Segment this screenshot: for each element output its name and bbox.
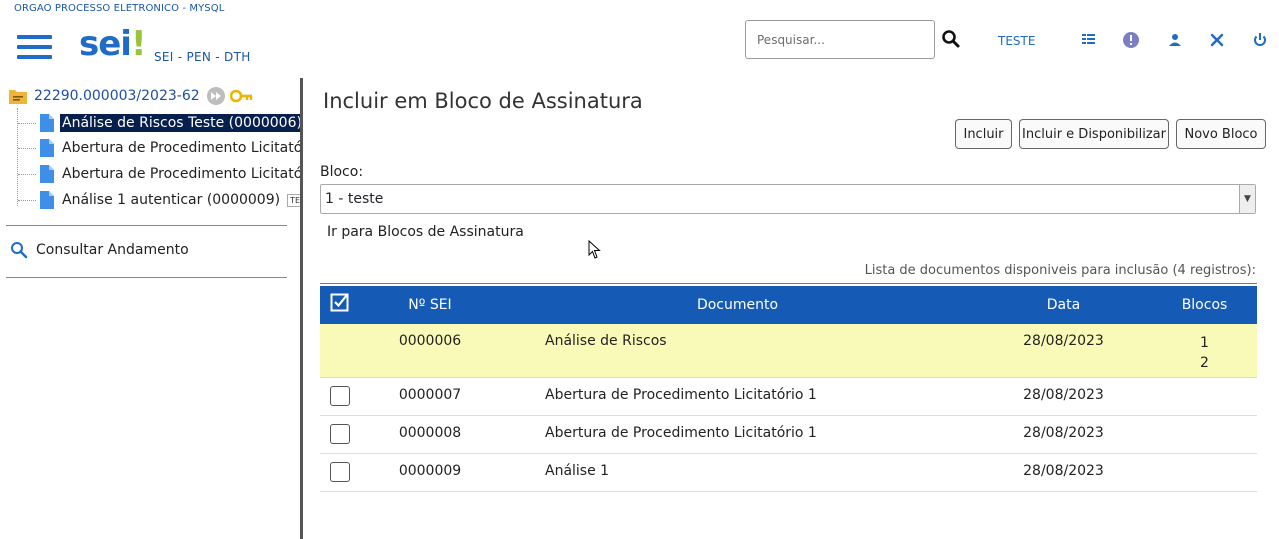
menu-icon[interactable] [17,33,53,61]
row-checkbox[interactable] [330,461,350,482]
blocks-cell [1152,377,1257,416]
document-cell[interactable]: Abertura de Procedimento Licitatório 1 [500,377,975,416]
col-header-sei[interactable]: Nº SEI [360,286,500,324]
document-icon [40,165,54,183]
col-header-blocos[interactable]: Blocos [1152,286,1257,324]
row-checkbox[interactable] [330,423,350,444]
document-cell[interactable]: Análise de Riscos [500,324,975,378]
search-input[interactable] [745,20,935,59]
goto-blocks-link[interactable]: Ir para Blocos de Assinatura [327,224,524,240]
date-cell: 28/08/2023 [975,377,1152,416]
page-title: Incluir em Bloco de Assinatura [323,89,643,113]
document-icon [40,191,54,209]
row-checkbox[interactable] [330,385,350,406]
incluir-button[interactable]: Incluir [955,119,1012,149]
sei-logo: sei! [79,24,146,64]
divider [6,277,287,278]
power-icon[interactable] [1250,30,1270,50]
sei-number-cell: 0000009 [360,453,500,492]
logo-text: sei [79,24,132,64]
bloco-label: Bloco: [320,164,364,180]
search-icon[interactable] [941,29,961,49]
sei-number-cell: 0000008 [360,415,500,454]
user-icon[interactable] [1165,30,1185,50]
row-select-cell[interactable] [320,453,360,492]
system-name: SEI - PEN - DTH [154,50,251,64]
sei-number-cell: 0000007 [360,377,500,416]
tree-doc-label[interactable]: Abertura de Procedimento Licitatório [60,139,300,157]
documents-table: Nº SEI Documento Data Blocos 0000006 Aná… [320,286,1257,492]
blocks-cell [1152,415,1257,454]
row-select-cell[interactable] [320,377,360,416]
col-header-documento[interactable]: Documento [500,286,975,324]
blocks-cell: 1 2 [1152,324,1257,378]
table-caption: Lista de documentos disponiveis para inc… [864,263,1256,278]
block-number: 2 [1200,355,1209,371]
tools-icon[interactable] [1207,30,1227,50]
bloco-selected-value: 1 - teste [325,191,384,207]
tree-doc-label[interactable]: Análise 1 autenticar (0000009) [60,191,282,209]
novo-bloco-button[interactable]: Novo Bloco [1176,119,1266,149]
top-header: ORGAO PROCESSO ELETRONICO - MYSQL sei! S… [0,0,1279,78]
checkbox-checked-icon[interactable] [330,293,350,313]
bloco-select[interactable]: 1 - teste ▼ [320,184,1256,214]
sei-number-cell: 0000006 [360,324,500,378]
chevron-down-icon[interactable]: ▼ [1239,185,1255,213]
process-root: 22290.000003/2023-62 [8,86,254,106]
block-number: 1 [1200,335,1209,351]
tree-doc-item[interactable]: Abertura de Procedimento Licitatório [18,162,300,186]
table-row[interactable]: 0000006 Análise de Riscos 28/08/2023 1 2 [320,324,1257,378]
key-icon[interactable] [229,89,254,103]
table-row[interactable]: 0000009 Análise 1 28/08/2023 [320,453,1257,492]
consult-label: Consultar Andamento [36,242,189,258]
date-cell: 28/08/2023 [975,453,1152,492]
document-icon [40,139,54,157]
process-number-link[interactable]: 22290.000003/2023-62 [34,88,200,104]
pane-splitter[interactable] [300,78,303,539]
tree-doc-item[interactable]: Análise 1 autenticar (0000009) TESTE [18,188,300,212]
process-tree: 22290.000003/2023-62 Análise de Riscos T… [0,78,300,539]
table-row[interactable]: 0000007 Abertura de Procedimento Licitat… [320,377,1257,416]
consult-progress-link[interactable]: Consultar Andamento [10,241,189,259]
forward-icon[interactable] [206,86,226,106]
blocks-cell [1152,453,1257,492]
info-icon[interactable] [1121,30,1141,50]
divider [6,225,287,226]
select-all-cell[interactable] [320,286,360,324]
tree-doc-item[interactable]: Análise de Riscos Teste (0000006) [18,111,300,135]
tree-doc-label[interactable]: Análise de Riscos Teste (0000006) [60,114,300,132]
table-header-row: Nº SEI Documento Data Blocos [320,286,1257,324]
document-cell[interactable]: Abertura de Procedimento Licitatório 1 [500,415,975,454]
logo-mark: ! [130,24,146,64]
doc-tag-badge: TESTE [287,193,300,207]
tree-doc-label[interactable]: Abertura de Procedimento Licitatório [60,165,300,183]
org-name: ORGAO PROCESSO ELETRONICO - MYSQL [14,3,225,14]
document-cell[interactable]: Análise 1 [500,453,975,492]
search-icon [11,242,28,259]
col-header-data[interactable]: Data [975,286,1152,324]
row-select-cell[interactable] [320,415,360,454]
incluir-disponibilizar-button[interactable]: Incluir e Disponibilizar [1019,119,1169,149]
row-select-cell [320,324,360,378]
document-icon [40,114,54,132]
list-icon[interactable] [1079,30,1099,50]
mouse-cursor-icon [588,240,601,259]
date-cell: 28/08/2023 [975,415,1152,454]
unit-selector[interactable]: TESTE [998,34,1035,48]
divider [320,283,1257,284]
table-row[interactable]: 0000008 Abertura de Procedimento Licitat… [320,415,1257,454]
tree-doc-item[interactable]: Abertura de Procedimento Licitatório [18,136,300,160]
folder-icon [9,89,27,104]
date-cell: 28/08/2023 [975,324,1152,378]
